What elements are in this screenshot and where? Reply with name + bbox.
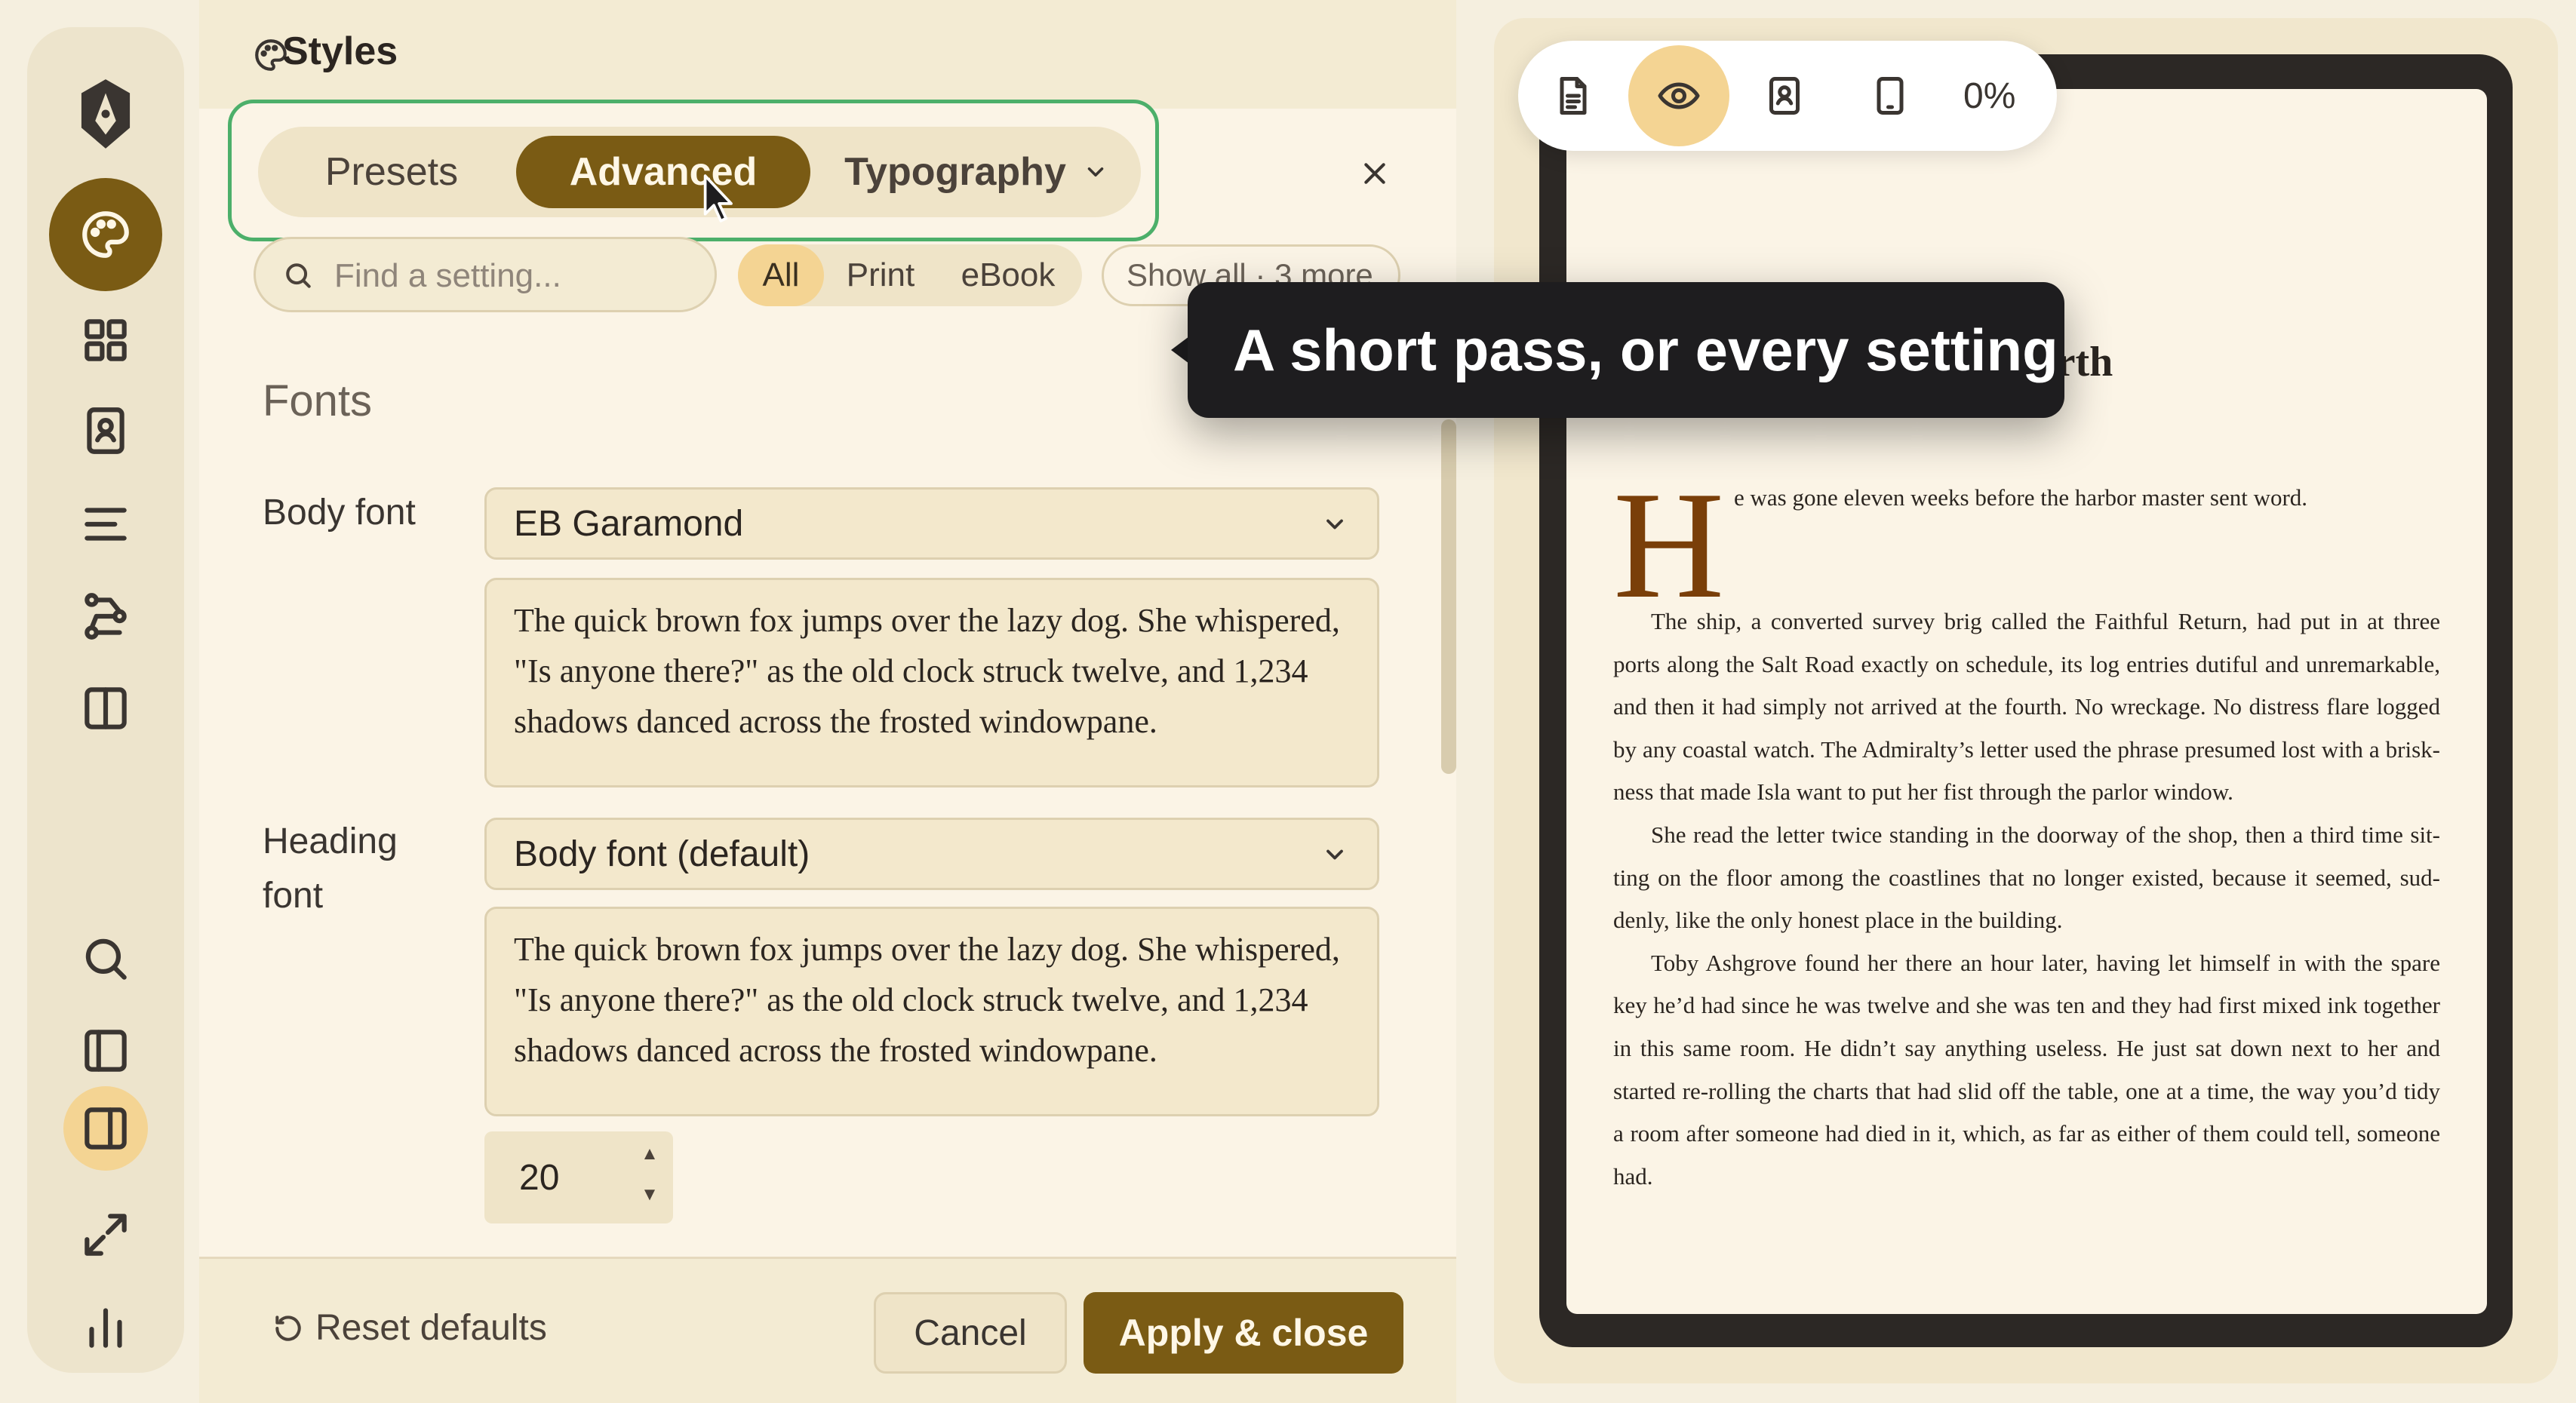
tooltip: A short pass, or every setting [1188, 282, 2064, 418]
filter-all[interactable]: All [738, 244, 824, 306]
chevron-down-icon [1326, 849, 1343, 860]
reset-icon [275, 1315, 301, 1341]
tab-presets[interactable]: Presets [267, 136, 516, 208]
chevron-down-icon [1326, 519, 1343, 530]
close-icon [1364, 163, 1385, 184]
styles-panel: Styles Presets Advanced Typography Find … [199, 0, 1456, 1403]
document-view-button[interactable] [1523, 45, 1624, 146]
mode-tabs: Presets Advanced Typography [258, 127, 1141, 217]
increment-icon[interactable]: ▲ [638, 1144, 661, 1166]
phone-icon [1877, 77, 1904, 115]
tooltip-arrow [1171, 336, 1189, 364]
filter-print[interactable]: Print [824, 244, 937, 306]
chevron-down-icon [1087, 167, 1104, 177]
paragraph: She read the letter twice standing in th… [1613, 821, 2440, 934]
mouse-cursor-icon [703, 174, 733, 223]
tab-typography[interactable]: Typography [818, 136, 1135, 208]
search-icon [286, 263, 311, 288]
sidebar-rail [27, 27, 184, 1373]
styles-palette-button[interactable] [49, 178, 162, 291]
filter-ebook[interactable]: eBook [937, 244, 1079, 306]
reset-defaults-button[interactable]: Reset defaults [272, 1307, 547, 1349]
eye-icon [1658, 82, 1700, 109]
body-font-preview: The quick brown fox jumps over the lazy … [484, 578, 1379, 787]
preview-view-button[interactable] [1628, 45, 1729, 146]
scrollbar[interactable] [1441, 419, 1456, 774]
body-font-label: Body font [263, 493, 416, 533]
book-page: pty Berth H e was gone eleven weeks befo… [1566, 89, 2487, 1314]
reset-label: Reset defaults [315, 1308, 547, 1348]
sidebar-right-icon[interactable] [63, 1086, 148, 1171]
body-font-select[interactable]: EB Garamond [484, 487, 1379, 560]
panel-footer: Reset defaults Cancel Apply & close [199, 1257, 1456, 1403]
apply-close-button[interactable]: Apply & close [1084, 1292, 1403, 1374]
section-heading: Fonts [263, 376, 373, 425]
cancel-button[interactable]: Cancel [874, 1292, 1067, 1374]
font-size-value: 20 [519, 1158, 560, 1198]
book-open-icon[interactable] [49, 652, 162, 765]
tab-typography-label: Typography [844, 150, 1066, 194]
search-input[interactable]: Find a setting... [254, 237, 717, 312]
body-font-value: EB Garamond [514, 503, 744, 544]
progress-percent: 0% [1963, 76, 2016, 116]
paragraph: The ship, a converted survey brig called… [1613, 608, 2440, 806]
contact-book-icon [1769, 77, 1800, 115]
drop-cap: H [1613, 460, 1725, 631]
contact-view-button[interactable] [1734, 45, 1835, 146]
document-icon [1560, 77, 1587, 115]
chapter-body: The ship, a converted survey brig called… [1613, 600, 2440, 1198]
heading-font-preview: The quick brown fox jumps over the lazy … [484, 907, 1379, 1116]
panel-title: Styles [282, 29, 398, 73]
font-size-stepper[interactable]: 20 ▲ ▼ [484, 1131, 673, 1223]
first-line: e was gone eleven weeks before the harbo… [1734, 484, 2308, 511]
heading-font-select[interactable]: Body font (default) [484, 818, 1379, 890]
heading-font-label: Heading font [263, 821, 398, 916]
decrement-icon[interactable]: ▼ [638, 1184, 661, 1207]
app-logo-icon [49, 57, 162, 170]
tab-advanced[interactable]: Advanced [516, 136, 810, 208]
close-button[interactable] [1346, 145, 1403, 202]
preview-toolbar: 0% [1518, 41, 2057, 151]
heading-font-value: Body font (default) [514, 834, 810, 874]
device-view-button[interactable] [1840, 45, 1941, 146]
stats-icon[interactable] [49, 1270, 162, 1383]
search-placeholder: Find a setting... [334, 257, 561, 294]
filter-chips: All Print eBook [738, 244, 1082, 306]
paragraph: Toby Ashgrove found her there an hour la… [1613, 949, 2440, 1190]
